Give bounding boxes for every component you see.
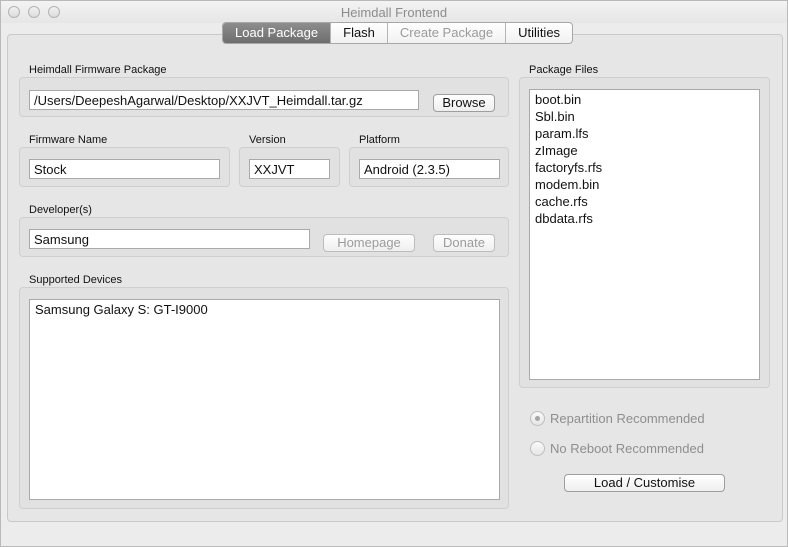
developers-label: Developer(s) [29,204,92,216]
developers-field[interactable]: Samsung [29,229,310,249]
package-files-list[interactable]: boot.bin Sbl.bin param.lfs zImage factor… [529,89,760,380]
list-item[interactable]: Samsung Galaxy S: GT-I9000 [30,301,499,318]
firmware-name-field[interactable]: Stock [29,159,220,179]
list-item[interactable]: dbdata.rfs [530,210,759,227]
platform-field[interactable]: Android (2.3.5) [359,159,500,179]
browse-button[interactable]: Browse [433,94,495,112]
list-item[interactable]: zImage [530,142,759,159]
title-bar: Heimdall Frontend [1,1,787,23]
list-item[interactable]: boot.bin [530,91,759,108]
supported-devices-label: Supported Devices [29,274,122,286]
list-item[interactable]: factoryfs.rfs [530,159,759,176]
tab-bar: Load Package Flash Create Package Utilit… [222,22,574,44]
list-item[interactable]: Sbl.bin [530,108,759,125]
repartition-label: Repartition Recommended [550,411,705,426]
version-field[interactable]: XXJVT [249,159,330,179]
radio-unchecked-icon[interactable] [530,441,545,456]
radio-checked-icon[interactable] [530,411,545,426]
window-title: Heimdall Frontend [340,5,448,20]
firmware-package-path-field[interactable]: /Users/DeepeshAgarwal/Desktop/XXJVT_Heim… [29,90,419,110]
no-reboot-option[interactable]: No Reboot Recommended [530,441,704,456]
tab-flash[interactable]: Flash [331,23,388,43]
load-customise-button[interactable]: Load / Customise [564,474,725,492]
firmware-name-label: Firmware Name [29,134,108,146]
list-item[interactable]: cache.rfs [530,193,759,210]
homepage-button[interactable]: Homepage [323,234,415,252]
repartition-option[interactable]: Repartition Recommended [530,411,705,426]
tab-load-package[interactable]: Load Package [223,23,332,43]
no-reboot-label: No Reboot Recommended [550,441,704,456]
firmware-package-label: Heimdall Firmware Package [29,64,167,76]
supported-devices-list[interactable]: Samsung Galaxy S: GT-I9000 [29,299,500,500]
list-item[interactable]: modem.bin [530,176,759,193]
main-window: Heimdall Frontend Load Package Flash Cre… [0,0,788,547]
platform-label: Platform [359,134,400,146]
list-item[interactable]: param.lfs [530,125,759,142]
version-label: Version [249,134,286,146]
donate-button[interactable]: Donate [433,234,495,252]
tab-create-package[interactable]: Create Package [388,23,507,43]
package-files-label: Package Files [529,64,599,76]
tab-utilities[interactable]: Utilities [506,23,572,43]
